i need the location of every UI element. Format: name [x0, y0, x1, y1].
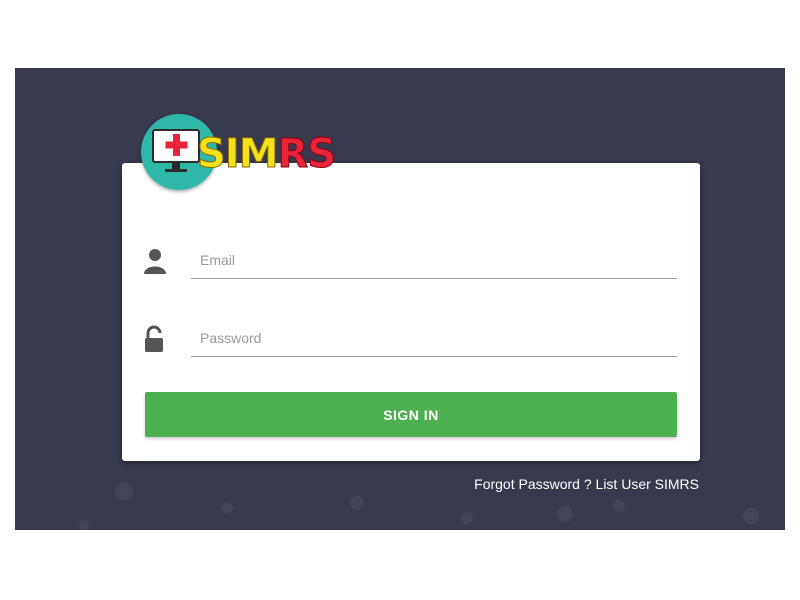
background-dot — [461, 512, 473, 524]
password-row — [122, 309, 700, 359]
background-dot — [115, 482, 133, 500]
password-field[interactable] — [191, 319, 677, 357]
forgot-password-link[interactable]: Forgot Password ? — [474, 476, 592, 492]
background-dot — [79, 520, 89, 530]
login-card: SIGN IN — [122, 163, 700, 461]
login-screen: SIGN IN SIMRS Forgot Password ? List Use… — [15, 68, 785, 530]
logo-text: SIMRS — [197, 131, 337, 177]
background-dot — [350, 496, 364, 510]
background-dot — [743, 508, 759, 524]
email-field[interactable] — [191, 241, 677, 279]
logo-text-rs: RS — [277, 131, 337, 177]
user-icon — [142, 247, 168, 275]
background-dot — [221, 502, 233, 514]
unlock-icon — [142, 325, 168, 353]
sign-in-button[interactable]: SIGN IN — [145, 392, 677, 437]
email-row — [122, 231, 700, 281]
background-dot — [613, 500, 625, 512]
simrs-logo: SIMRS — [141, 114, 346, 192]
list-user-link[interactable]: List User SIMRS — [596, 476, 699, 492]
background-dot — [557, 506, 573, 522]
logo-text-sim: SIM — [197, 131, 279, 177]
footer-links: Forgot Password ? List User SIMRS — [474, 476, 699, 492]
